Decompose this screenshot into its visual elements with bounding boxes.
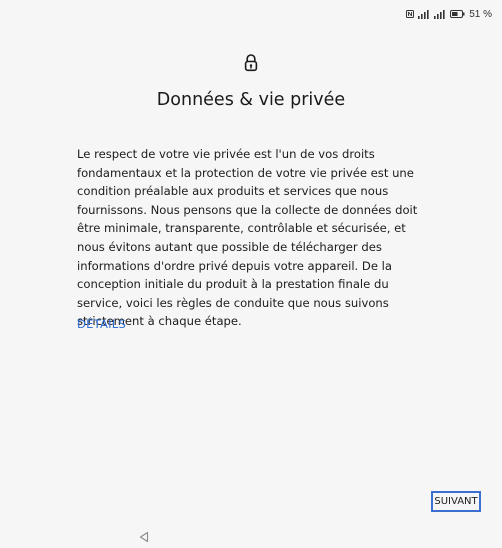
details-link[interactable]: DÉTAILS	[77, 317, 126, 331]
battery-icon	[450, 10, 465, 18]
next-button[interactable]: SUIVANT	[431, 491, 481, 512]
back-triangle-icon[interactable]	[138, 530, 150, 543]
privacy-paragraph: Le respect de votre vie privée est l'un …	[77, 147, 418, 329]
signal-icon	[418, 9, 430, 19]
page-title: Données & vie privée	[156, 90, 346, 110]
lock-icon	[243, 53, 259, 73]
signal-icon-2	[434, 9, 446, 19]
status-bar: 51 %	[406, 6, 492, 22]
battery-percent: 51 %	[469, 8, 492, 20]
nfc-icon	[406, 10, 415, 18]
